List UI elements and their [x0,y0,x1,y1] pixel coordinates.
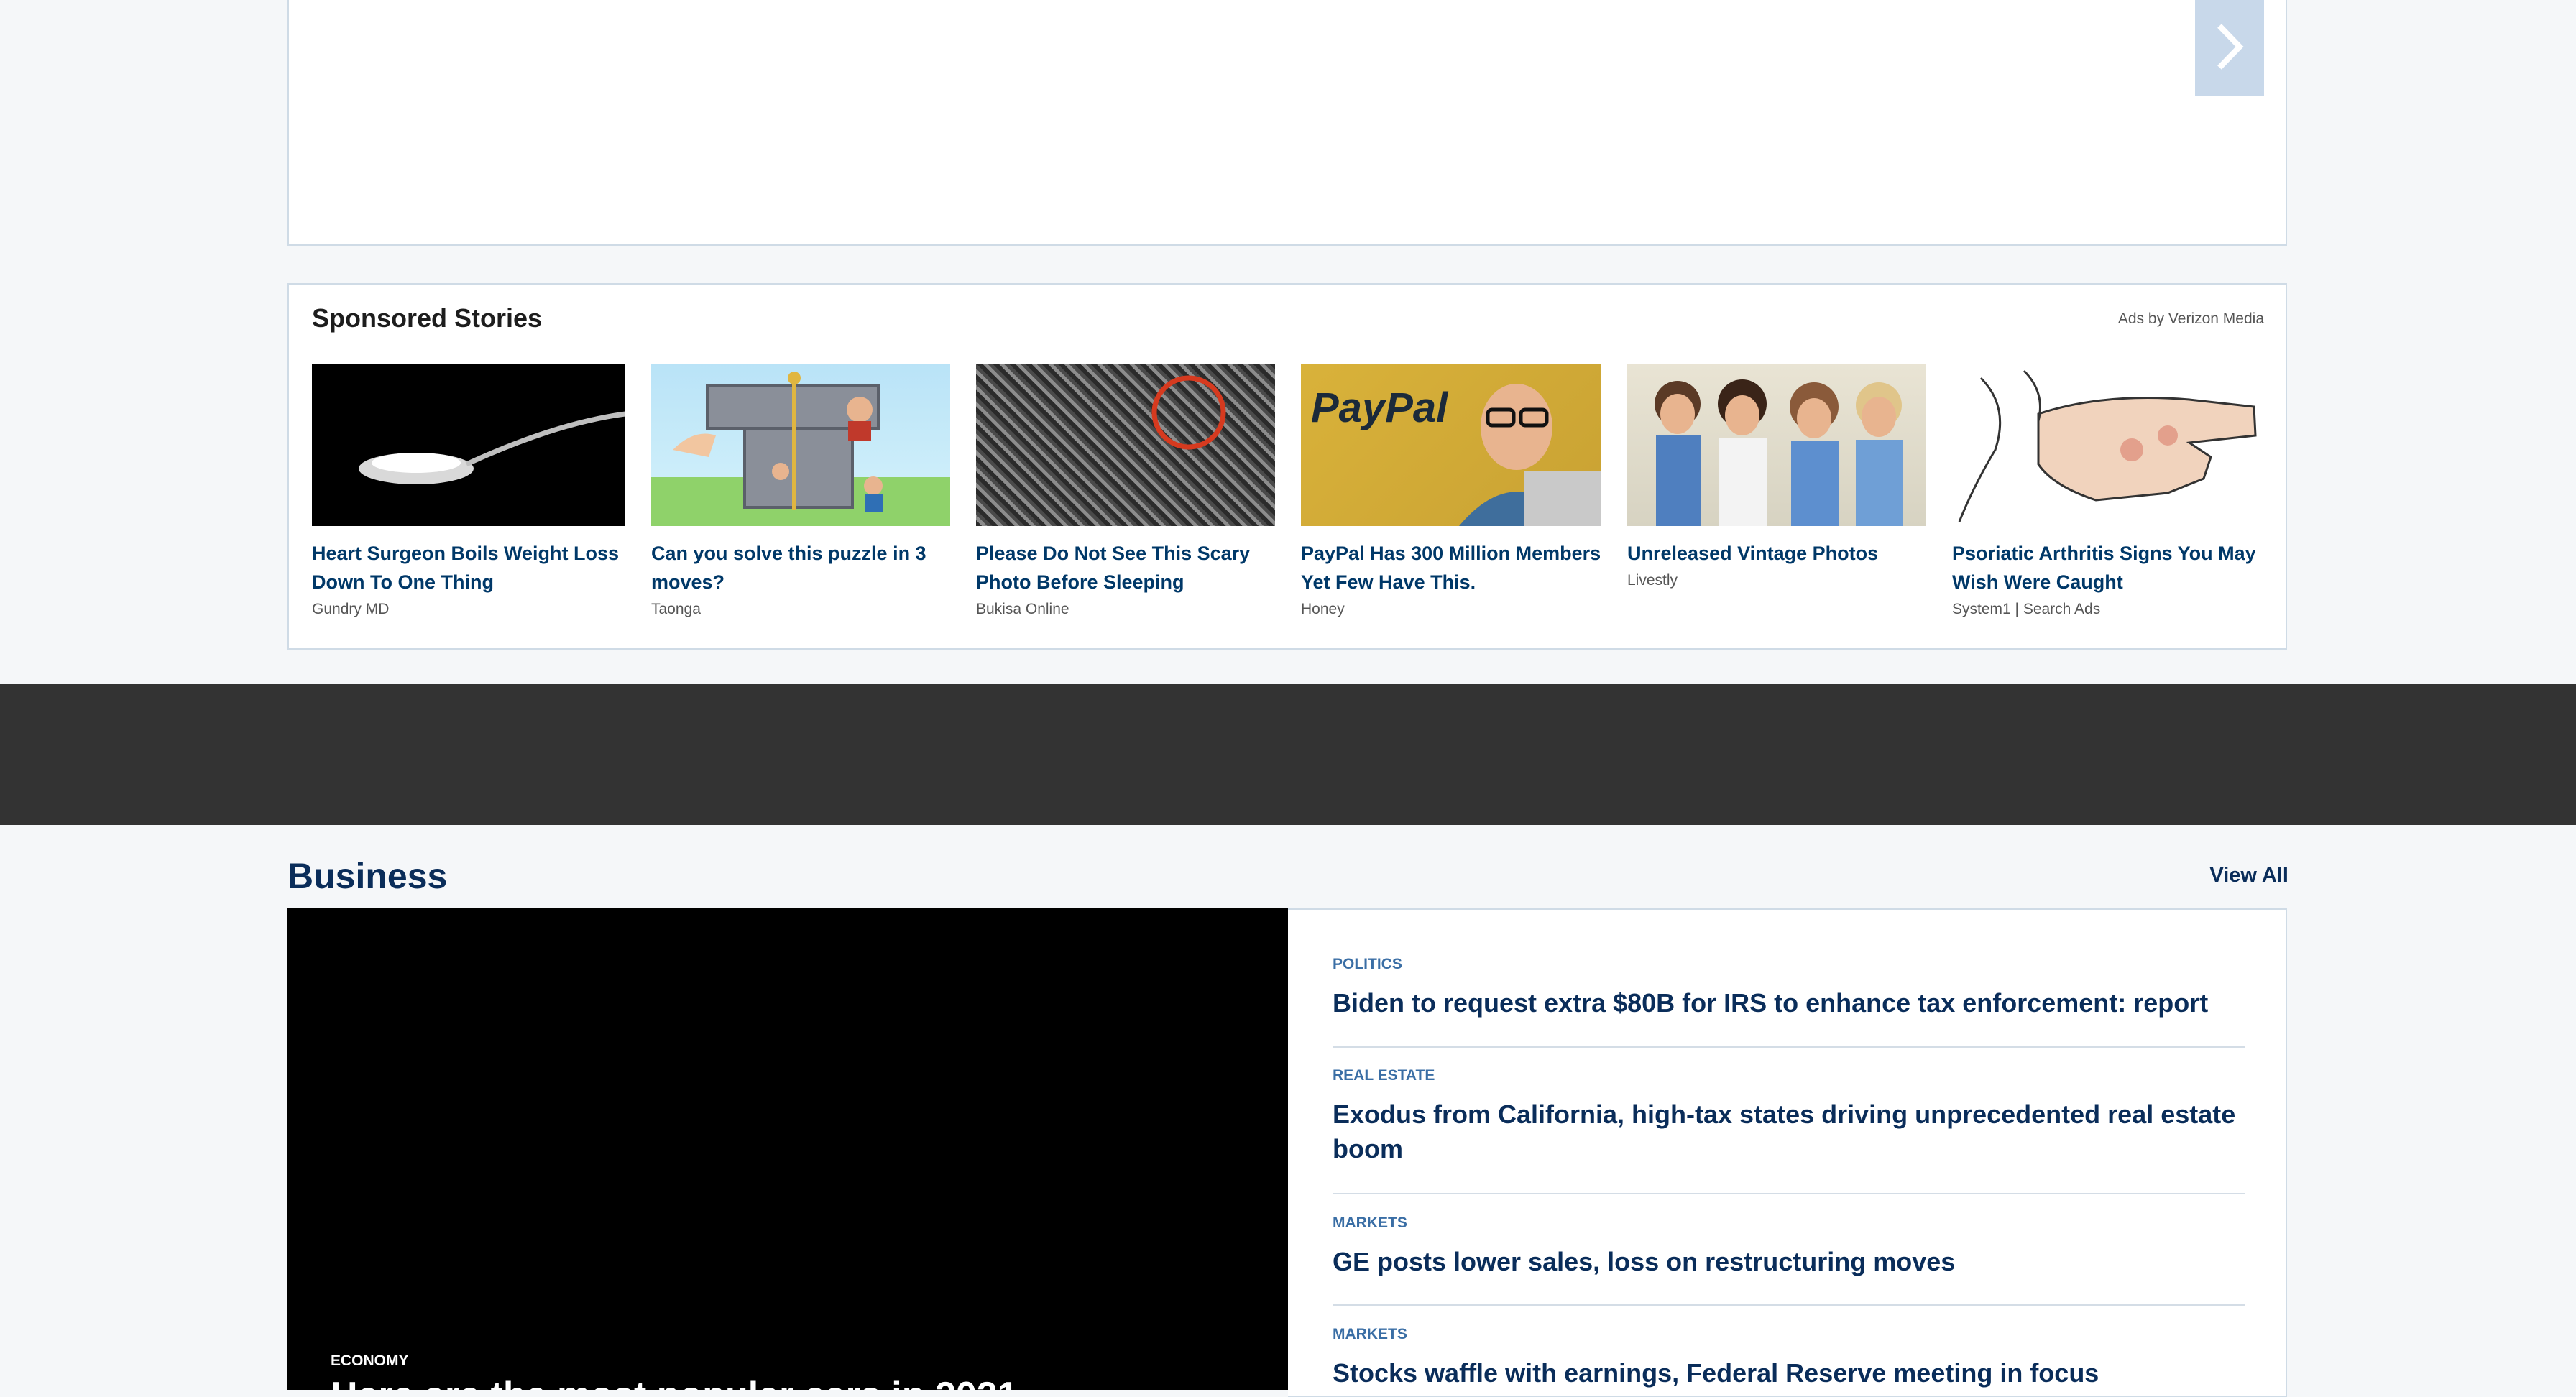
sponsored-card[interactable]: Please Do Not See This Scary Photo Befor… [976,364,1275,618]
vintage-photo-image [1627,364,1926,526]
news-category[interactable]: POLITICS [1333,956,2245,973]
sponsored-card[interactable]: Psoriatic Arthritis Signs You May Wish W… [1952,364,2263,618]
video-headline[interactable]: Here are the most popular cars in 2021 [331,1378,1193,1390]
sponsored-card-source: Gundry MD [312,601,390,617]
view-all-link[interactable]: View All [2185,864,2288,887]
news-headline[interactable]: Stocks waffle with earnings, Federal Res… [1333,1356,2245,1391]
news-category[interactable]: MARKETS [1333,1326,2245,1343]
crowd-photo-image [976,364,1275,526]
sponsored-card[interactable]: Can you solve this puzzle in 3 moves? Ta… [651,364,950,618]
sponsored-card-title: Heart Surgeon Boils Weight Loss Down To … [312,543,620,593]
divider [1333,1046,2245,1048]
spoon-image [312,364,625,526]
top-ad-container [288,0,2287,246]
hand-illustration-image [1952,364,2263,526]
news-item[interactable]: POLITICS Biden to request extra $80B for… [1333,956,2245,1020]
ad-banner-band [0,684,2576,825]
sponsored-card-title: Unreleased Vintage Photos [1627,543,1879,564]
carousel-next-button[interactable] [2195,0,2264,96]
sponsored-card[interactable]: Unreleased Vintage Photos Livestly [1627,364,1926,589]
sponsored-card-title: PayPal Has 300 Million Members Yet Few H… [1301,543,1601,593]
sponsored-card-source: Honey [1301,601,1345,617]
video-player[interactable] [288,908,1288,1390]
paypal-ad-image: PayPal [1301,364,1601,526]
news-item[interactable]: REAL ESTATE Exodus from California, high… [1333,1067,2245,1166]
sponsored-card-source: Bukisa Online [976,601,1070,617]
ads-attribution[interactable]: Ads by Verizon Media [2048,310,2264,328]
sponsored-card-source: Taonga [651,601,701,617]
news-category[interactable]: REAL ESTATE [1333,1067,2245,1084]
sponsored-card-title: Can you solve this puzzle in 3 moves? [651,543,926,593]
news-headline[interactable]: GE posts lower sales, loss on restructur… [1333,1245,2245,1279]
video-category: ECONOMY [331,1352,409,1369]
sponsored-card-source: Livestly [1627,572,1678,589]
sponsored-card-source: System1 | Search Ads [1952,601,2101,617]
news-category[interactable]: MARKETS [1333,1214,2245,1232]
sponsored-card-title: Please Do Not See This Scary Photo Befor… [976,543,1251,593]
puzzle-game-image [651,364,950,526]
sponsored-card-title: Psoriatic Arthritis Signs You May Wish W… [1952,543,2256,593]
sponsored-stories-title: Sponsored Stories [312,303,543,333]
chevron-right-icon [2217,24,2244,70]
sponsored-card[interactable]: PayPal PayPal Has 300 Million Members Ye… [1301,364,1601,618]
news-headline[interactable]: Exodus from California, high-tax states … [1333,1097,2245,1166]
news-item[interactable]: MARKETS GE posts lower sales, loss on re… [1333,1214,2245,1279]
divider [1333,1304,2245,1306]
divider [1333,1193,2245,1194]
section-title: Business [288,856,448,896]
news-headline[interactable]: Biden to request extra $80B for IRS to e… [1333,986,2245,1020]
news-item[interactable]: MARKETS Stocks waffle with earnings, Fed… [1333,1326,2245,1391]
sponsored-card[interactable]: Heart Surgeon Boils Weight Loss Down To … [312,364,625,618]
